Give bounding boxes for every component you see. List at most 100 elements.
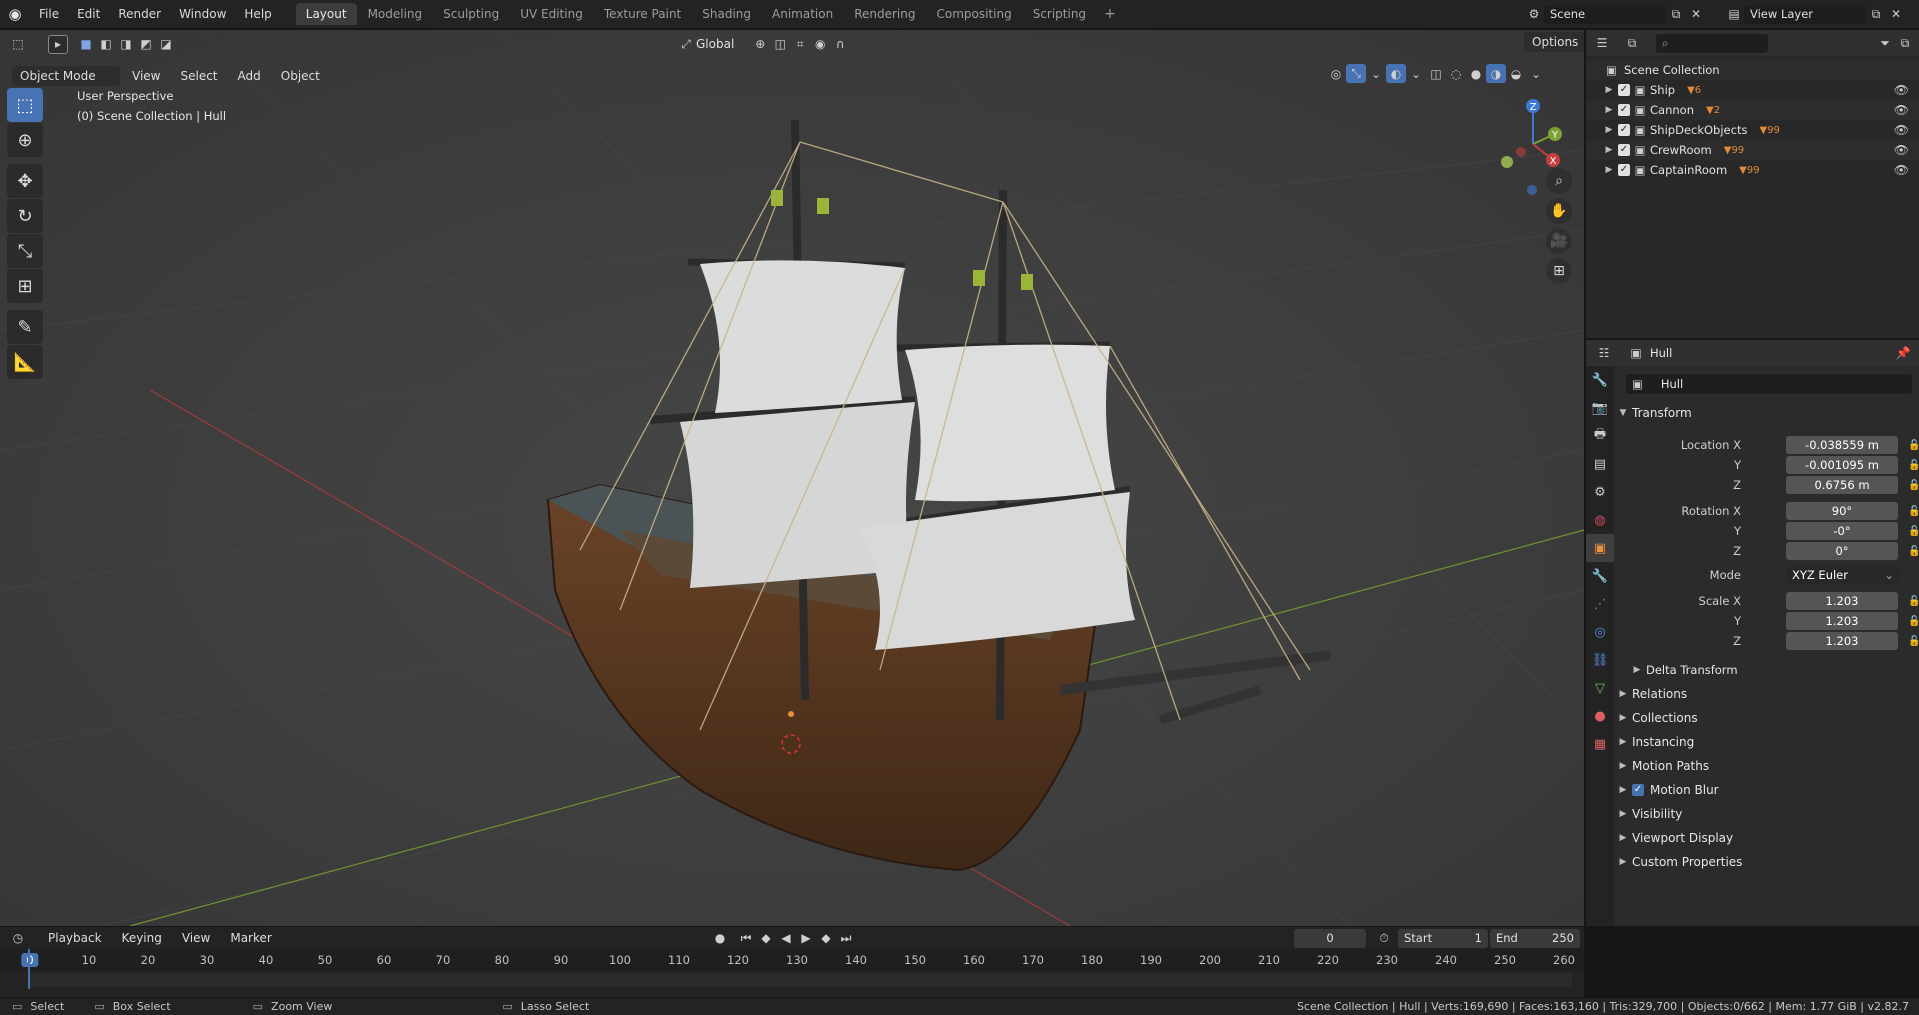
tab-layout[interactable]: Layout <box>295 3 357 25</box>
lock-icon[interactable]: 🔓 <box>1908 440 1919 451</box>
annotate-tool-icon[interactable]: ✎ <box>7 310 43 344</box>
rotation-y-field[interactable]: -0° <box>1786 522 1898 540</box>
snap-icon[interactable]: ◫ <box>770 35 790 54</box>
scale-x-field[interactable]: 1.203 <box>1786 592 1898 610</box>
data-tab-icon[interactable]: ▽ <box>1586 674 1614 702</box>
camera-view-icon[interactable]: 🎥 <box>1546 228 1572 254</box>
3d-viewport[interactable]: ⬚ ▸ ■ ◧ ◨ ◩ ◪ ⤢ Global ⊕ ◫ ⌗ ◉ ∩ Object … <box>0 30 1584 926</box>
outliner-item-crewroom[interactable]: ▶ ✓ ▣ CrewRoom ▼99 👁 <box>1586 140 1919 160</box>
ortho-toggle-icon[interactable]: ⊞ <box>1546 258 1572 284</box>
outliner-item-captainroom[interactable]: ▶ ✓ ▣ CaptainRoom ▼99 👁 <box>1586 160 1919 180</box>
cursor-tool-icon[interactable]: ⊕ <box>7 123 43 157</box>
start-frame-field[interactable]: Start 1 <box>1398 928 1488 948</box>
menu-keying[interactable]: Keying <box>114 928 170 948</box>
world-tab-icon[interactable]: ◍ <box>1586 506 1614 534</box>
jump-start-icon[interactable]: ⏮ <box>736 929 756 948</box>
output-tab-icon[interactable]: 🖶 <box>1586 422 1614 450</box>
playhead[interactable] <box>28 949 30 989</box>
zoom-view-icon[interactable]: ⌕ <box>1546 168 1572 194</box>
transform-orientation-dropdown[interactable]: Global <box>696 37 734 51</box>
measure-tool-icon[interactable]: 📐 <box>7 345 43 379</box>
tab-scripting[interactable]: Scripting <box>1023 3 1096 25</box>
rotation-x-field[interactable]: 90° <box>1786 502 1898 520</box>
outliner-search-input[interactable]: ⌕ <box>1656 33 1768 53</box>
view-layer-icon[interactable]: ▤ <box>1724 5 1744 24</box>
menu-marker[interactable]: Marker <box>222 928 279 948</box>
expand-arrow-icon[interactable]: ▶ <box>1600 85 1618 95</box>
expand-arrow-icon[interactable]: ▶ <box>1600 125 1618 135</box>
tool-settings-tab-icon[interactable]: 🔧 <box>1586 366 1614 394</box>
exclude-checkbox[interactable]: ✓ <box>1618 144 1630 156</box>
display-mode-icon[interactable]: ⧉ <box>1622 34 1642 53</box>
object-tab-icon[interactable]: ▣ <box>1586 534 1614 562</box>
timeline-editor-type-icon[interactable]: ◷ <box>8 929 28 948</box>
delete-scene-icon[interactable]: ✕ <box>1686 5 1706 24</box>
location-z-field[interactable]: 0.6756 m <box>1786 476 1898 494</box>
scale-z-field[interactable]: 1.203 <box>1786 632 1898 650</box>
next-keyframe-icon[interactable]: ◆ <box>816 929 836 948</box>
delta-transform-header[interactable]: ▶ Delta Transform <box>1628 658 1919 682</box>
outliner-editor-type-icon[interactable]: ☰ <box>1592 34 1612 53</box>
visibility-panel-header[interactable]: ▶ Visibility <box>1614 802 1919 826</box>
rotate-tool-icon[interactable]: ↻ <box>7 199 43 233</box>
tab-modeling[interactable]: Modeling <box>358 3 433 25</box>
delete-view-layer-icon[interactable]: ✕ <box>1886 5 1906 24</box>
gizmo-toggle-icon[interactable]: ⤡ <box>1346 64 1366 83</box>
menu-file[interactable]: File <box>30 3 68 25</box>
location-x-field[interactable]: -0.038559 m <box>1786 436 1898 454</box>
current-frame-field[interactable]: 0 <box>1294 928 1366 948</box>
pan-view-icon[interactable]: ✋ <box>1546 198 1572 224</box>
object-mode-dropdown[interactable]: Object Mode <box>12 66 120 86</box>
prev-keyframe-icon[interactable]: ◆ <box>756 929 776 948</box>
end-frame-field[interactable]: End 250 <box>1490 928 1580 948</box>
record-icon[interactable]: ● <box>710 929 730 948</box>
xray-icon[interactable]: ◫ <box>1426 64 1446 83</box>
shading-wireframe-icon[interactable]: ◌ <box>1446 64 1466 83</box>
menu-view[interactable]: View <box>124 66 168 86</box>
eye-icon[interactable]: 👁 <box>1894 143 1909 157</box>
tab-uv-editing[interactable]: UV Editing <box>510 3 593 25</box>
tab-animation[interactable]: Animation <box>762 3 843 25</box>
selection-mode-extend-icon[interactable]: ◧ <box>96 35 116 54</box>
outliner-item-ship[interactable]: ▶ ✓ ▣ Ship ▼6 👁 <box>1586 80 1919 100</box>
select-tool-icon[interactable]: ▸ <box>48 34 68 54</box>
lock-icon[interactable]: 🔓 <box>1908 596 1919 607</box>
render-tab-icon[interactable]: 📷 <box>1586 394 1614 422</box>
menu-select[interactable]: Select <box>172 66 225 86</box>
shading-solid-icon[interactable]: ● <box>1466 64 1486 83</box>
blender-logo-icon[interactable]: ◉ <box>0 0 30 29</box>
selection-mode-intersect-icon[interactable]: ◪ <box>156 35 176 54</box>
lock-icon[interactable]: 🔓 <box>1908 506 1919 517</box>
tab-shading[interactable]: Shading <box>692 3 761 25</box>
menu-add[interactable]: Add <box>230 66 269 86</box>
tab-compositing[interactable]: Compositing <box>926 3 1021 25</box>
menu-playback[interactable]: Playback <box>40 928 110 948</box>
shading-dropdown-icon[interactable]: ⌄ <box>1526 64 1546 83</box>
scene-tab-icon[interactable]: ⚙ <box>1586 478 1614 506</box>
visibility-icon[interactable]: ◎ <box>1326 64 1346 83</box>
lock-icon[interactable]: 🔓 <box>1908 616 1919 627</box>
jump-end-icon[interactable]: ⏭ <box>836 929 856 948</box>
play-icon[interactable]: ▶ <box>796 929 816 948</box>
new-collection-icon[interactable]: ⧉ <box>1895 34 1915 53</box>
selection-mode-difference-icon[interactable]: ◩ <box>136 35 156 54</box>
transform-panel-header[interactable]: ▼ Transform <box>1614 401 1919 425</box>
overlays-icon[interactable]: ◐ <box>1386 64 1406 83</box>
overlays-dropdown-icon[interactable]: ⌄ <box>1406 64 1426 83</box>
menu-window[interactable]: Window <box>170 3 235 25</box>
menu-timeline-view[interactable]: View <box>174 928 218 948</box>
selection-mode-subtract-icon[interactable]: ◨ <box>116 35 136 54</box>
collections-panel-header[interactable]: ▶ Collections <box>1614 706 1919 730</box>
scene-field[interactable]: Scene <box>1544 4 1666 24</box>
outliner-item-shipdeckobjects[interactable]: ▶ ✓ ▣ ShipDeckObjects ▼99 👁 <box>1586 120 1919 140</box>
play-reverse-icon[interactable]: ◀ <box>776 929 796 948</box>
custom-properties-panel-header[interactable]: ▶ Custom Properties <box>1614 850 1919 874</box>
proportional-editing-icon[interactable]: ◉ <box>810 35 830 54</box>
relations-panel-header[interactable]: ▶ Relations <box>1614 682 1919 706</box>
editor-type-icon[interactable]: ⬚ <box>8 35 28 54</box>
eye-icon[interactable]: 👁 <box>1894 83 1909 97</box>
falloff-icon[interactable]: ∩ <box>830 35 850 54</box>
tab-rendering[interactable]: Rendering <box>844 3 925 25</box>
exclude-checkbox[interactable]: ✓ <box>1618 124 1630 136</box>
instancing-panel-header[interactable]: ▶ Instancing <box>1614 730 1919 754</box>
